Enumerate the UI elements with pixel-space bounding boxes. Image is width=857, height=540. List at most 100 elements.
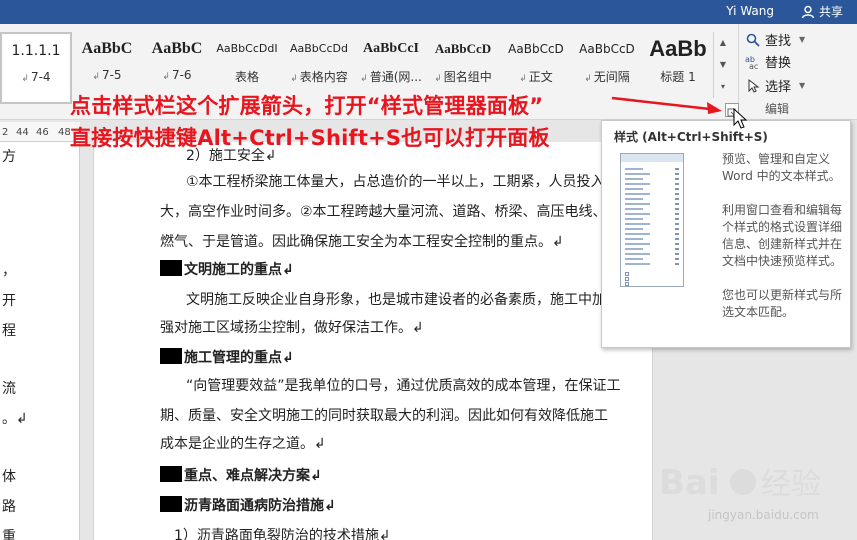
thumb-style-line	[625, 223, 650, 225]
document-paragraph[interactable]: 燃气、于是管道。因此确保施工安全为本工程安全控制的重点。↲	[160, 228, 590, 257]
thumb-style-marker	[675, 223, 679, 225]
thumb-style-marker	[675, 168, 679, 170]
document-paragraph[interactable]: 成本是企业的生存之道。↲	[160, 430, 590, 459]
document-paragraph[interactable]: 期、质量、安全文明施工的同时获取最大的利润。因此如何有效降低施工	[160, 402, 608, 431]
document-paragraph[interactable]: 文明施工反映企业自身形象，也是城市建设者的必备素质，施工中加	[186, 286, 616, 315]
thumb-style-marker	[675, 228, 679, 230]
chevron-down-icon: ▼	[799, 35, 806, 44]
paragraph-mark-icon: ↲	[162, 72, 170, 82]
share-label: 共享	[818, 5, 843, 19]
annotation-arrow-icon	[611, 96, 722, 114]
user-name[interactable]: Yi Wang	[726, 4, 774, 18]
style-name: ↲ 图名组中	[427, 68, 499, 85]
thumb-checkbox	[625, 272, 629, 276]
partial-text: 方	[2, 149, 16, 165]
thumb-header	[621, 154, 683, 162]
gallery-up-button[interactable]: ▲	[714, 32, 732, 54]
partial-text: 开	[2, 293, 16, 309]
annotation-text-2: 直接按快捷键Alt+Ctrl+Shift+S也可以打开面板	[70, 126, 550, 150]
thumb-style-marker	[675, 193, 679, 195]
paragraph-text: 文明施工的重点↲	[184, 262, 294, 278]
thumb-style-line	[625, 258, 643, 260]
partial-text: 路	[2, 499, 16, 515]
partial-text: 流	[2, 381, 16, 397]
select-button[interactable]: 选择 ▼	[745, 76, 805, 95]
annotation-text-1: 点击样式栏这个扩展箭头，打开“样式管理器面板”	[70, 94, 544, 118]
editing-group: 查找 ▼ ab ac 替换 选择 ▼ 编辑	[738, 24, 857, 120]
document-heading[interactable]: 施工管理的重点↲	[160, 344, 590, 373]
heading-number-block	[160, 496, 182, 512]
svg-text:ac: ac	[749, 62, 758, 70]
mouse-cursor-icon	[733, 108, 748, 129]
style-sample: 1.1.1.1	[11, 43, 61, 59]
document-paragraph[interactable]: 强对施工区域扬尘控制，做好保洁工作。↲	[160, 314, 590, 343]
thumb-style-line	[625, 263, 650, 265]
thumb-style-line	[625, 193, 650, 195]
thumb-style-line	[625, 243, 650, 245]
replace-label: 替换	[765, 56, 792, 71]
heading-number-block	[160, 466, 182, 482]
tooltip-title: 样式 (Alt+Ctrl+Shift+S)	[614, 130, 768, 144]
document-paragraph[interactable]: 1）沥青路面龟裂防治的技术措施↲	[174, 522, 604, 540]
thumb-style-line	[625, 228, 643, 230]
thumb-style-line	[625, 178, 643, 180]
paragraph-mark-icon: ↲	[519, 74, 527, 84]
document-heading[interactable]: 沥青路面通病防治措施↲	[160, 492, 590, 521]
document-heading[interactable]: 文明施工的重点↲	[160, 256, 590, 285]
paragraph-text: 大，高空作业时间多。②本工程跨越大量河流、道路、桥梁、高压电线、	[160, 204, 607, 220]
thumb-style-marker	[675, 203, 679, 205]
horizontal-ruler[interactable]: 2 44 46 48	[0, 122, 80, 142]
thumb-style-line	[625, 248, 643, 250]
paragraph-text: 重点、难点解决方案↲	[184, 468, 322, 484]
document-paragraph[interactable]: 大，高空作业时间多。②本工程跨越大量河流、道路、桥梁、高压电线、	[160, 198, 607, 227]
style-sample: AaBbCcD	[508, 42, 564, 56]
share-button[interactable]: 共享	[801, 3, 843, 20]
styles-tooltip: 样式 (Alt+Ctrl+Shift+S) 预览、管理和自定义 Word 中的文…	[601, 120, 851, 348]
thumb-style-marker	[675, 233, 679, 235]
ruler-mark: 2	[2, 127, 9, 138]
thumb-style-marker	[675, 188, 679, 190]
document-paragraph[interactable]: “向管理要效益”是我单位的口号，通过优质高效的成本管理，在保证工	[186, 372, 621, 401]
thumb-style-marker	[675, 213, 679, 215]
style-name: ↲ 无间隔	[571, 68, 643, 85]
partial-text: 重	[2, 529, 16, 540]
find-button[interactable]: 查找 ▼	[745, 30, 805, 49]
svg-text:经验: 经验	[761, 467, 821, 502]
style-item[interactable]: 1.1.1.1 ↲ 7-4	[0, 32, 72, 104]
style-name: ↲ 普通(网...	[355, 68, 427, 85]
search-icon	[746, 33, 760, 47]
style-name: ↲ 7-6	[141, 68, 213, 82]
ruler-mark: 44	[16, 127, 29, 138]
person-icon	[801, 5, 815, 18]
style-name-text: 7-6	[171, 68, 192, 82]
thumb-style-marker	[675, 198, 679, 200]
thumb-style-marker	[675, 243, 679, 245]
style-sample: AaBbC	[81, 40, 133, 57]
thumb-style-line	[625, 168, 643, 170]
paragraph-text: ①本工程桥梁施工体量大，占总造价的一半以上，工期紧，人员投入	[186, 174, 605, 190]
paragraph-text: 施工管理的重点↲	[184, 350, 294, 366]
paragraph-text: 文明施工反映企业自身形象，也是城市建设者的必备素质，施工中加	[186, 292, 606, 308]
replace-button[interactable]: ab ac 替换	[745, 52, 792, 72]
thumb-style-line	[625, 198, 643, 200]
thumb-style-line	[625, 208, 643, 210]
partial-text: 。↲	[2, 411, 28, 427]
paragraph-mark-icon: ↲	[434, 74, 442, 84]
gallery-down-button[interactable]: ▼	[714, 54, 732, 76]
document-page[interactable]: 2）施工安全↲ ①本工程桥梁施工体量大，占总造价的一半以上，工期紧，人员投入 大，高…	[93, 142, 653, 540]
thumb-style-marker	[675, 238, 679, 240]
thumb-style-line	[625, 253, 650, 255]
document-paragraph[interactable]: ①本工程桥梁施工体量大，占总造价的一半以上，工期紧，人员投入	[186, 168, 616, 197]
document-heading[interactable]: 重点、难点解决方案↲	[160, 462, 590, 491]
style-name-text: 7-4	[30, 70, 51, 84]
style-sample: AaBbCcI	[362, 41, 419, 56]
style-name: ↲ 7-4	[2, 70, 70, 84]
watermark-url: jingyan.baidu.com	[708, 508, 819, 522]
style-sample: AaBbCcDdI	[216, 42, 278, 55]
paragraph-text: 燃气、于是管道。因此确保施工安全为本工程安全控制的重点。↲	[160, 234, 564, 250]
thumb-checkbox	[625, 277, 629, 281]
thumb-style-marker	[675, 258, 679, 260]
paragraph-text: 沥青路面通病防治措施↲	[184, 498, 336, 514]
thumb-style-line	[625, 183, 650, 185]
thumb-style-line	[625, 218, 643, 220]
